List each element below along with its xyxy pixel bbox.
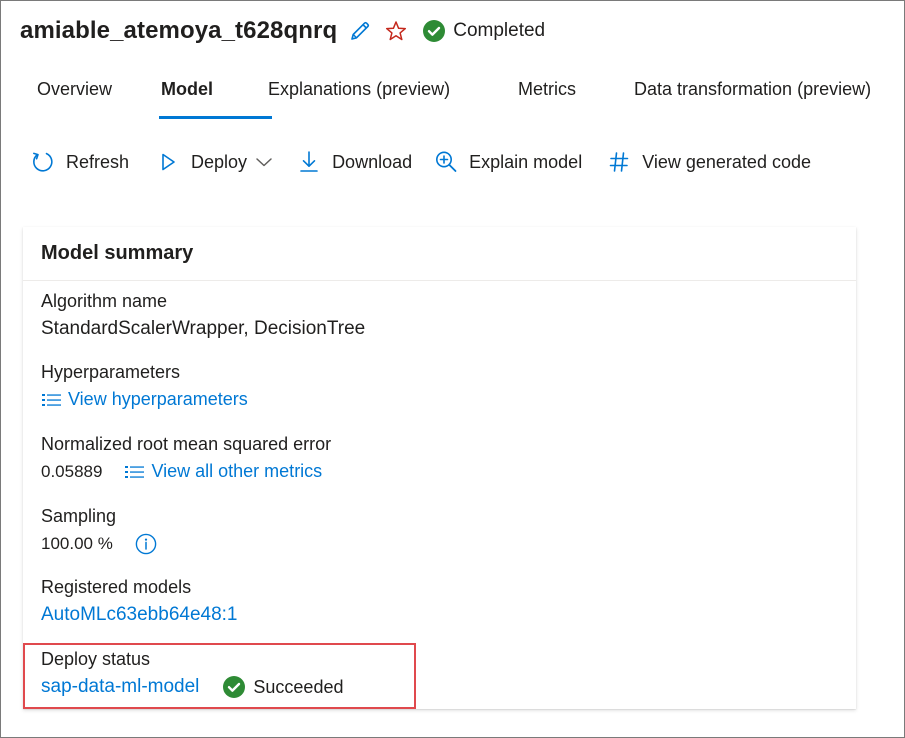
chevron-down-icon[interactable]	[255, 156, 273, 168]
tab-model[interactable]: Model	[159, 75, 272, 121]
tab-overview[interactable]: Overview	[37, 75, 161, 121]
view-generated-code-button[interactable]: View generated code	[607, 150, 811, 174]
view-hyperparameters-text: View hyperparameters	[68, 389, 248, 409]
model-summary-card: Model summary Algorithm name StandardSca…	[23, 227, 856, 709]
check-circle-icon	[423, 20, 446, 42]
deploy-status: Succeeded	[223, 676, 343, 698]
status-text: Completed	[453, 20, 546, 41]
deploy-label: Deploy	[191, 151, 248, 172]
deployment-link[interactable]: sap-data-ml-model	[41, 676, 199, 698]
download-button[interactable]: Download	[297, 150, 412, 174]
deploy-status-field: Deploy status sap-data-ml-model Succeede…	[41, 649, 343, 698]
play-icon	[156, 150, 180, 174]
download-icon	[297, 150, 321, 174]
download-label: Download	[332, 151, 413, 172]
registered-models-field: Registered models AutoMLc63ebb64e48:1	[41, 577, 238, 626]
nrmse-label: Normalized root mean squared error	[41, 434, 332, 454]
tab-explanations[interactable]: Explanations (preview)	[268, 75, 518, 121]
hyperparameters-label: Hyperparameters	[41, 362, 181, 382]
hash-icon	[607, 150, 631, 174]
refresh-button[interactable]: Refresh	[31, 150, 129, 174]
pencil-icon[interactable]	[349, 20, 371, 42]
list-icon	[41, 392, 63, 408]
run-title: amiable_atemoya_t628qnrq	[20, 17, 338, 44]
view-all-metrics-link[interactable]: View all other metrics	[124, 461, 322, 482]
algorithm-value: StandardScalerWrapper, DecisionTree	[41, 318, 366, 339]
deploy-status-text: Succeeded	[253, 676, 344, 697]
explain-model-label: Explain model	[469, 151, 583, 172]
star-icon[interactable]	[385, 20, 407, 42]
app-frame: amiable_atemoya_t628qnrq Completed Overv…	[0, 0, 905, 738]
sampling-label: Sampling	[41, 506, 117, 526]
deploy-status-label: Deploy status	[41, 649, 151, 669]
hyperparameters-field: Hyperparameters View hyperparameters	[41, 362, 248, 410]
title-row: amiable_atemoya_t628qnrq Completed	[20, 13, 545, 49]
tab-data-transformation[interactable]: Data transformation (preview)	[634, 75, 871, 121]
nrmse-field: Normalized root mean squared error 0.058…	[41, 434, 331, 482]
view-all-metrics-text: View all other metrics	[151, 461, 323, 481]
explain-model-button[interactable]: Explain model	[434, 150, 582, 174]
registered-models-label: Registered models	[41, 577, 192, 597]
view-hyperparameters-link[interactable]: View hyperparameters	[41, 389, 248, 410]
algorithm-label: Algorithm name	[41, 291, 168, 311]
sampling-field: Sampling 100.00 %	[41, 506, 157, 555]
card-title: Model summary	[41, 242, 194, 264]
deploy-button[interactable]: Deploy	[156, 150, 273, 174]
tab-metrics[interactable]: Metrics	[518, 75, 634, 121]
list-icon	[124, 464, 146, 480]
tab-bar: Overview Model Explanations (preview) Me…	[37, 75, 905, 121]
nrmse-value: 0.05889	[41, 461, 103, 481]
sampling-value: 100.00 %	[41, 534, 113, 553]
run-status: Completed	[423, 20, 545, 42]
zoom-in-icon	[434, 150, 458, 174]
toolbar: Refresh Deploy Download Explain model Vi…	[31, 147, 811, 177]
refresh-icon	[31, 150, 55, 174]
algorithm-field: Algorithm name StandardScalerWrapper, De…	[41, 291, 365, 340]
refresh-label: Refresh	[66, 151, 130, 172]
card-header: Model summary	[23, 227, 856, 281]
check-circle-icon	[223, 676, 246, 698]
info-icon[interactable]	[135, 533, 157, 555]
view-generated-code-label: View generated code	[642, 151, 811, 172]
registered-model-link[interactable]: AutoMLc63ebb64e48:1	[41, 604, 238, 626]
